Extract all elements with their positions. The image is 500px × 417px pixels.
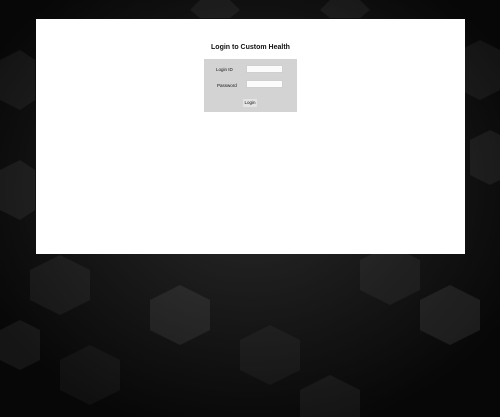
- login-button[interactable]: Login: [243, 99, 257, 107]
- login-id-label: Login ID: [216, 67, 233, 72]
- login-id-input[interactable]: [246, 65, 283, 73]
- login-form: Login ID Password Login: [204, 59, 297, 112]
- password-input[interactable]: [246, 80, 283, 88]
- page-title: Login to Custom Health: [211, 44, 290, 51]
- content-panel: Login to Custom Health Login ID Password…: [36, 19, 465, 254]
- password-label: Password: [217, 83, 237, 88]
